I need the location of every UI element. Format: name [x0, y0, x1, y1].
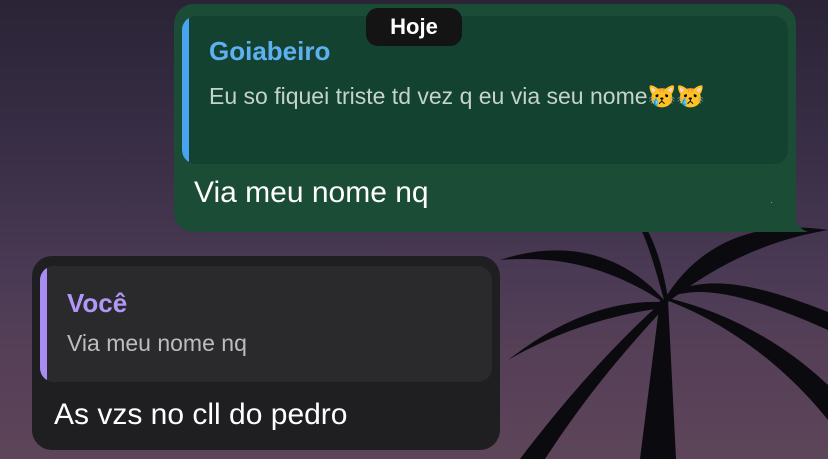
- reply-quoted-text: Eu so fiquei triste td vez q eu via seu …: [209, 83, 705, 109]
- reply-sender-name: Você: [67, 288, 128, 318]
- message-text: Via meu nome nq: [194, 176, 429, 209]
- reply-accent-bar: [40, 266, 47, 382]
- reply-sender-name: Goiabeiro: [209, 36, 331, 66]
- date-separator: Hoje: [366, 8, 462, 46]
- message-status-mark: ·: [770, 198, 773, 207]
- message-text: As vzs no cll do pedro: [54, 398, 348, 431]
- reply-quoted-text: Via meu nome nq: [67, 330, 247, 356]
- reply-accent-bar: [182, 16, 189, 164]
- bubble-tail: [790, 206, 808, 232]
- quoted-reply[interactable]: Goiabeiro Eu so fiquei triste td vez q e…: [182, 16, 788, 164]
- quoted-reply[interactable]: Você Via meu nome nq: [40, 266, 492, 382]
